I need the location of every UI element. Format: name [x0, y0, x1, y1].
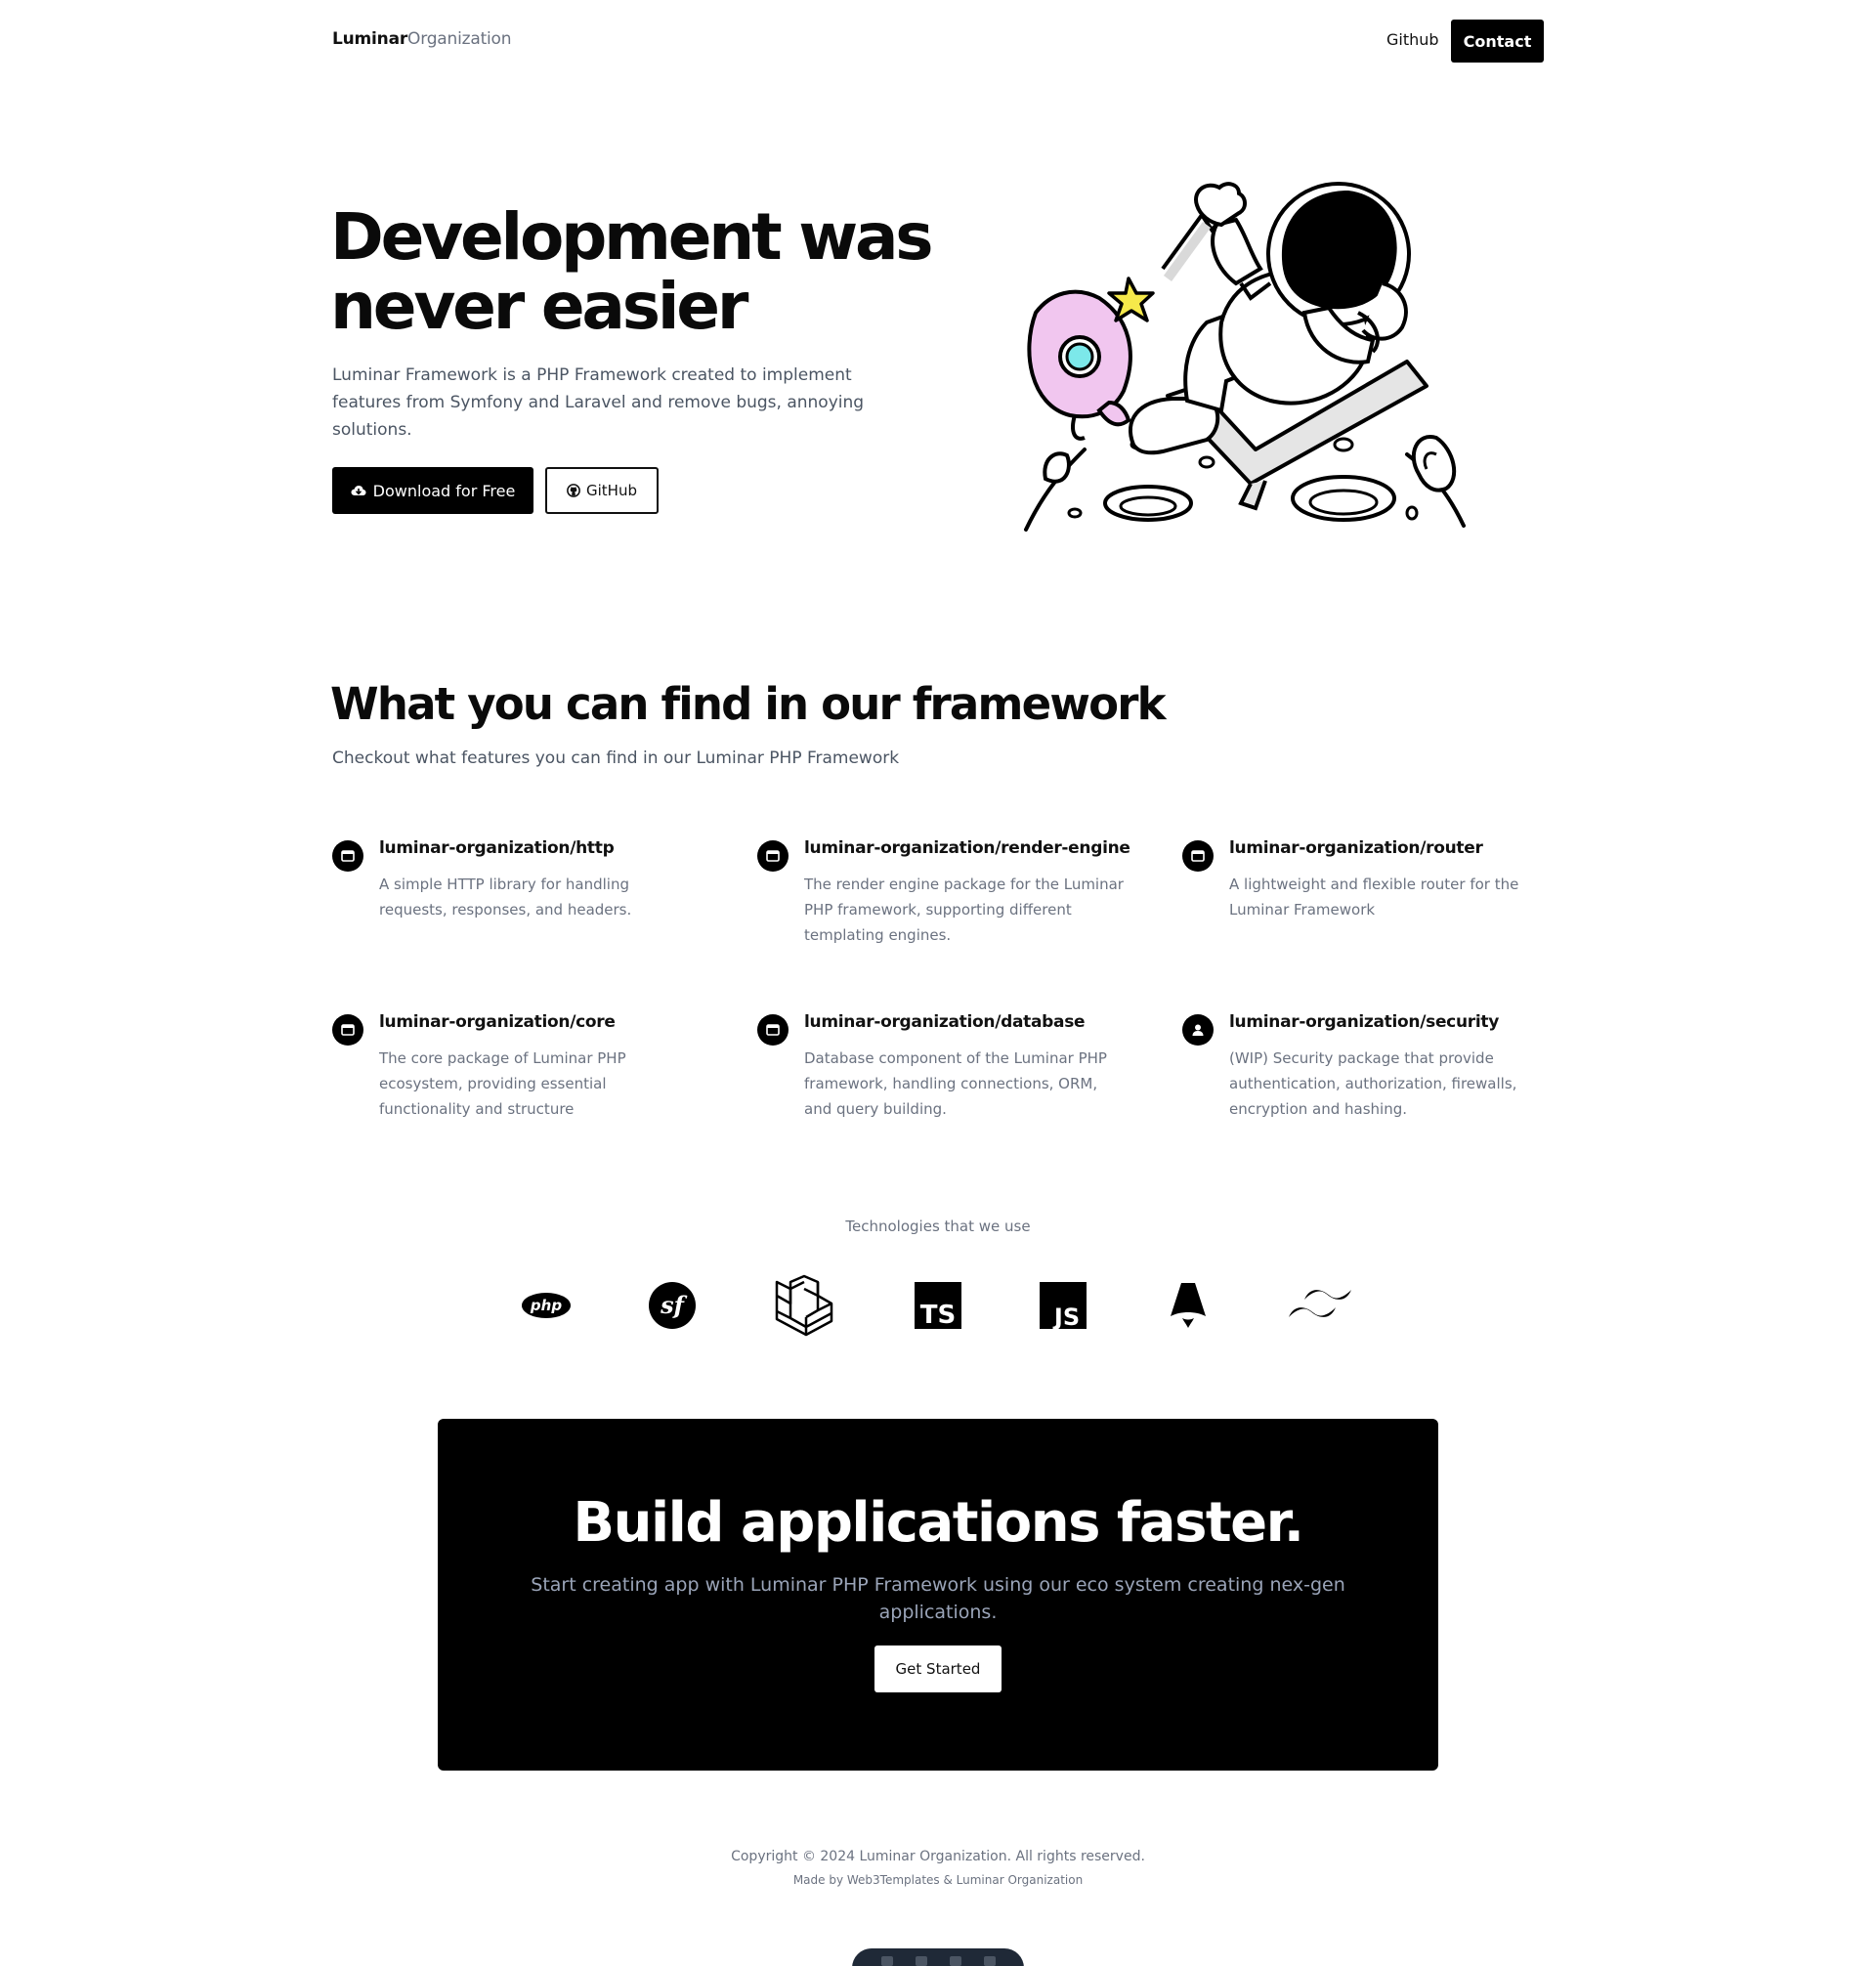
astronaut-rocket-illustration: [1024, 182, 1466, 532]
github-icon: [567, 484, 580, 497]
hero-title-line2: never easier: [330, 269, 748, 344]
hero-title-line1: Development was: [330, 199, 934, 275]
nav-github-link[interactable]: Github: [1386, 30, 1439, 49]
astro-logo: [1167, 1278, 1210, 1333]
dock-icon[interactable]: [915, 1956, 927, 1966]
user-icon: [1182, 1014, 1214, 1046]
tailwind-logo: [1288, 1278, 1352, 1333]
copyright-text: Copyright © 2024 Luminar Organization. A…: [731, 1849, 1145, 1864]
window-icon: [757, 1014, 789, 1046]
github-button-label: GitHub: [586, 482, 637, 499]
javascript-logo: JS: [1040, 1278, 1087, 1333]
feature-name: luminar-organization/database: [804, 1012, 1086, 1032]
download-button-label: Download for Free: [372, 481, 516, 500]
feature-description: The core package of Luminar PHP ecosyste…: [379, 1049, 626, 1118]
window-icon: [332, 840, 363, 872]
made-by-text[interactable]: Made by Web3Templates & Luminar Organiza…: [0, 1873, 1876, 1887]
get-started-button[interactable]: Get Started: [874, 1645, 1002, 1692]
javascript-logo-text: JS: [1052, 1304, 1080, 1329]
window-icon: [332, 1014, 363, 1046]
feature-description: A simple HTTP library for handling reque…: [379, 876, 632, 919]
download-button[interactable]: Download for Free: [332, 467, 533, 514]
feature-name: luminar-organization/security: [1229, 1012, 1499, 1032]
dock-icon[interactable]: [949, 1956, 961, 1966]
feature-name: luminar-organization/router: [1229, 838, 1483, 858]
php-logo-text: php: [530, 1297, 562, 1314]
features-subtitle: Checkout what features you can find in o…: [332, 748, 900, 768]
hero-description: Luminar Framework is a PHP Framework cre…: [332, 365, 865, 440]
logo[interactable]: LuminarOrganization: [332, 29, 512, 49]
dock-icon[interactable]: [880, 1956, 893, 1966]
hero-title: Development was never easier: [330, 202, 956, 341]
feature-name: luminar-organization/render-engine: [804, 838, 1130, 858]
features-title: What you can find in our framework: [330, 678, 1167, 730]
cta-description: Start creating app with Luminar PHP Fram…: [531, 1574, 1345, 1623]
logo-bold-text: Luminar: [332, 29, 408, 49]
github-button[interactable]: GitHub: [545, 467, 659, 514]
window-icon: [1182, 840, 1214, 872]
cta-title: Build applications faster.: [573, 1491, 1304, 1555]
floating-dock[interactable]: [852, 1948, 1024, 1966]
dock-icon[interactable]: [983, 1956, 996, 1966]
feature-description: (WIP) Security package that provide auth…: [1229, 1049, 1517, 1118]
site-header: LuminarOrganization Github Contact: [332, 20, 1544, 63]
cloud-download-icon: [351, 486, 366, 495]
typescript-logo: TS: [915, 1278, 961, 1333]
cta-banner: Build applications faster. Start creatin…: [438, 1419, 1438, 1771]
laravel-logo: [772, 1274, 836, 1337]
symfony-logo-text: sf: [660, 1291, 688, 1319]
logo-light-text: Organization: [407, 29, 512, 49]
symfony-logo: sf: [647, 1278, 698, 1333]
feature-name: luminar-organization/core: [379, 1012, 616, 1032]
php-logo: php: [521, 1278, 572, 1333]
typescript-logo-text: TS: [920, 1301, 956, 1329]
technologies-caption: Technologies that we use: [845, 1218, 1031, 1235]
feature-description: Database component of the Luminar PHP fr…: [804, 1049, 1107, 1118]
feature-description: The render engine package for the Lumina…: [804, 876, 1124, 944]
feature-name: luminar-organization/http: [379, 838, 615, 858]
feature-description: A lightweight and flexible router for th…: [1229, 876, 1519, 919]
window-icon: [757, 840, 789, 872]
contact-button[interactable]: Contact: [1451, 20, 1544, 63]
